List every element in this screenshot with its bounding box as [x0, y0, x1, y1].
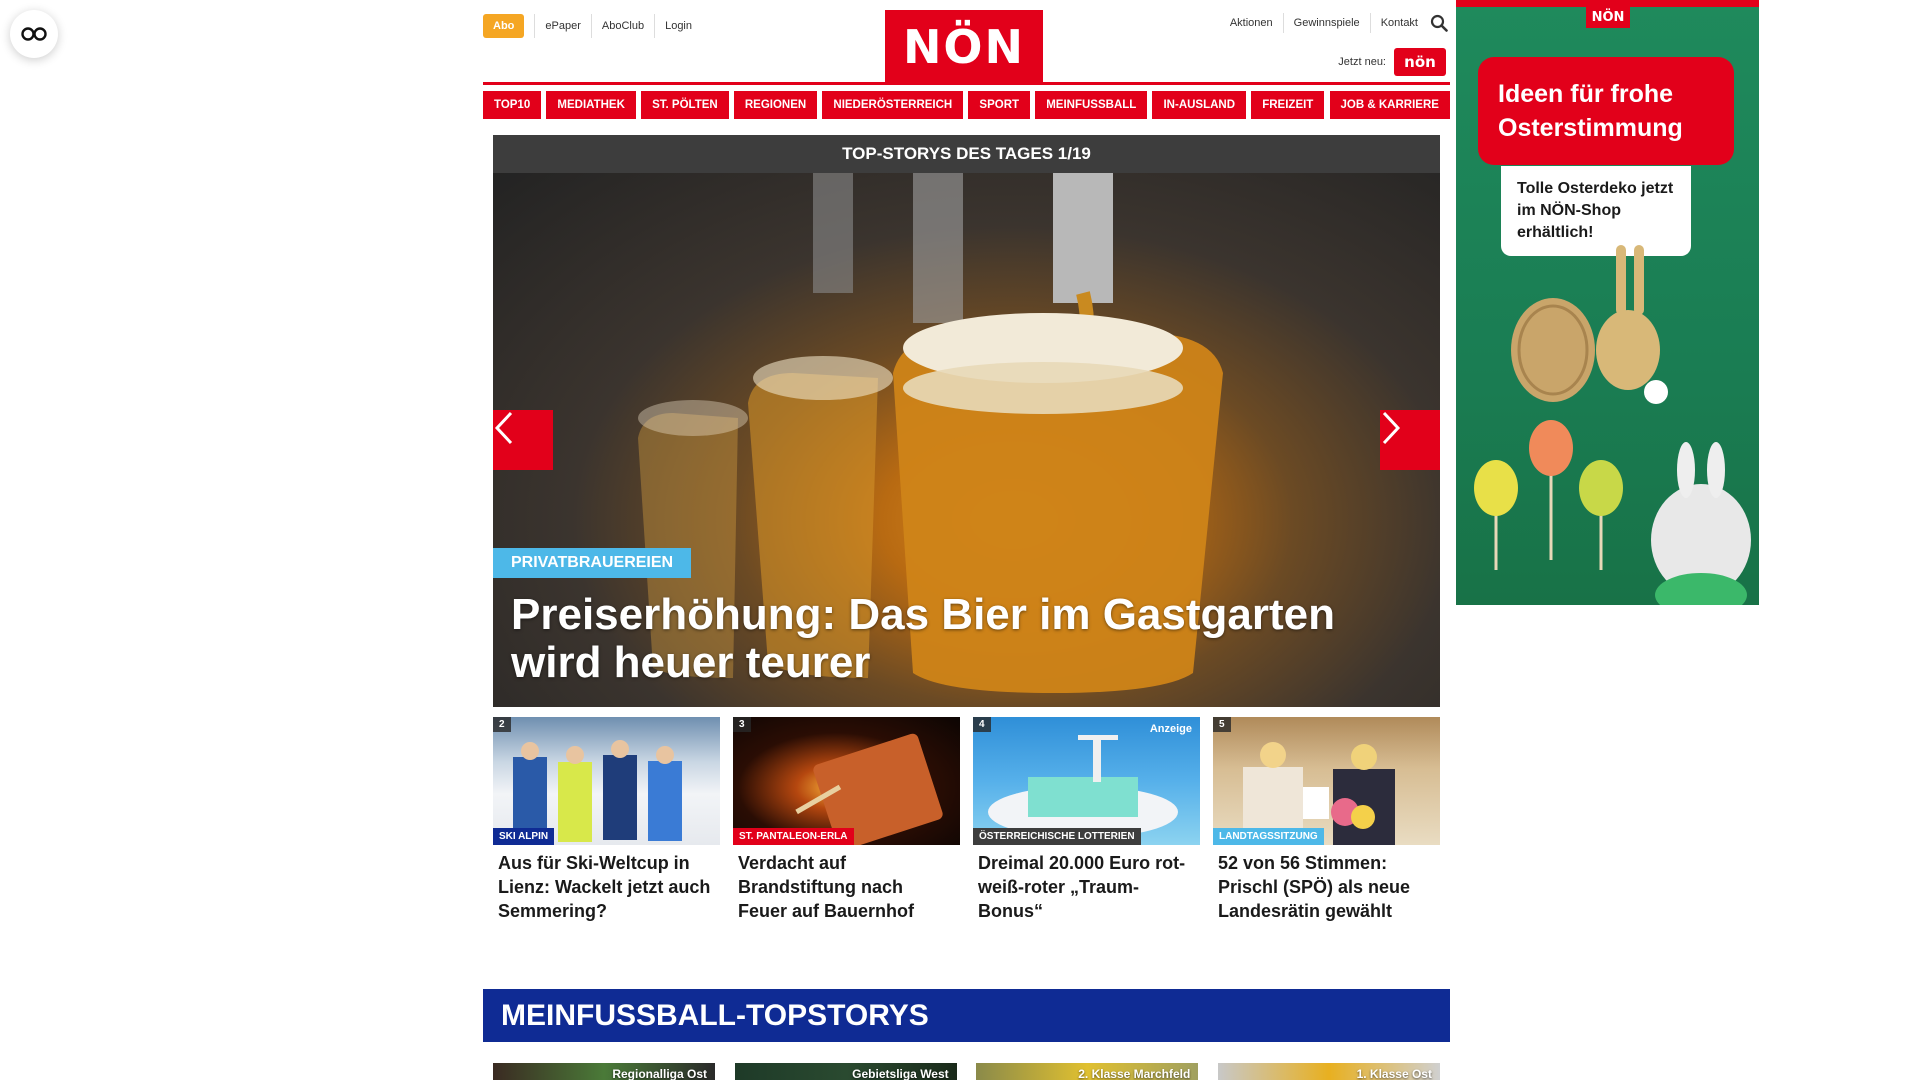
teaser-headline[interactable]: Verdacht auf Brandstiftung nach Feuer au…	[733, 845, 960, 923]
teaser-headline[interactable]: Dreimal 20.000 Euro rot-weiß-roter „Trau…	[973, 845, 1200, 923]
site-header: Abo ePaper AboClub Login NÖN Aktionen Ge…	[483, 0, 1450, 84]
section-title: MEINFUSSBALL-TOPSTORYS	[501, 999, 929, 1032]
league-label: Gebietsliga West	[852, 1067, 949, 1080]
story-teaser-5[interactable]: 5 LANDTAGSSITZUNG 52 von 56 Stimmen: Pri…	[1213, 717, 1440, 923]
slider-prev-button[interactable]	[493, 410, 553, 470]
main-nav: TOP10 MEDIATHEK ST. PÖLTEN REGIONEN NIED…	[483, 91, 1450, 119]
teaser-number: 5	[1213, 717, 1231, 732]
aktionen-link[interactable]: Aktionen	[1220, 13, 1284, 33]
easter-ad-banner[interactable]: NÖN Ideen für frohe Osterstimmung Tolle …	[1456, 0, 1759, 605]
login-link[interactable]: Login	[654, 14, 702, 38]
accessibility-toggle-button[interactable]	[10, 10, 58, 58]
nav-item-sport[interactable]: SPORT	[968, 91, 1031, 119]
teaser-image[interactable]: 2 SKI ALPIN	[493, 717, 720, 845]
story-teaser-2[interactable]: 2 SKI ALPIN Aus für Ski-Weltcup in Lienz…	[493, 717, 720, 923]
glasses-icon	[21, 27, 47, 41]
football-card[interactable]: 1. Klasse Ost	[1217, 1063, 1440, 1080]
league-label: 1. Klasse Ost	[1356, 1067, 1432, 1080]
meinfussball-section-header[interactable]: MEINFUSSBALL-TOPSTORYS	[483, 989, 1450, 1042]
teaser-headline[interactable]: Aus für Ski-Weltcup in Lienz: Wackelt je…	[493, 845, 720, 923]
football-card[interactable]: 2. Klasse Marchfeld	[976, 1063, 1199, 1080]
nav-item-regionen[interactable]: REGIONEN	[733, 91, 818, 119]
hero-category-tag[interactable]: PRIVATBRAUEREIEN	[493, 548, 692, 578]
ad-label: Anzeige	[1149, 723, 1192, 735]
nav-item-top10[interactable]: TOP10	[483, 91, 542, 119]
teaser-image[interactable]: 5 LANDTAGSSITZUNG	[1213, 717, 1440, 845]
teaser-image[interactable]: 4 Anzeige ÖSTERREICHISCHE LOTTERIEN	[973, 717, 1200, 845]
utility-nav-left: Abo ePaper AboClub Login	[483, 14, 702, 38]
easter-decoration-illustration	[1474, 245, 1751, 605]
nav-item-meinfussball[interactable]: MEINFUSSBALL	[1035, 91, 1148, 119]
teaser-category-tag[interactable]: ST. PANTALEON-ERLA	[733, 828, 854, 845]
jetzt-neu-label: Jetzt neu:	[1338, 56, 1386, 68]
search-icon[interactable]	[1428, 12, 1450, 34]
gewinnspiele-link[interactable]: Gewinnspiele	[1284, 13, 1371, 33]
league-label: Regionalliga Ost	[612, 1067, 707, 1080]
teaser-image[interactable]: 3 ST. PANTALEON-ERLA	[733, 717, 960, 845]
nav-item-niederoesterreich[interactable]: NIEDERÖSTERREICH	[822, 91, 964, 119]
slider-next-button[interactable]	[1380, 410, 1440, 470]
aboclub-link[interactable]: AboClub	[590, 14, 654, 38]
header-divider	[483, 82, 1450, 85]
story-teaser-3[interactable]: 3 ST. PANTALEON-ERLA Verdacht auf Brands…	[733, 717, 960, 923]
hero-headline[interactable]: Preiserhöhung: Das Bier im Gastgarten wi…	[511, 591, 1391, 687]
nav-item-mediathek[interactable]: MEDIATHEK	[546, 91, 636, 119]
teaser-category-tag[interactable]: ÖSTERREICHISCHE LOTTERIEN	[973, 828, 1141, 845]
hero-image[interactable]: PRIVATBRAUEREIEN Preiserhöhung: Das Bier…	[493, 173, 1440, 707]
teaser-number: 4	[973, 717, 991, 732]
logo-text: NÖN	[902, 20, 1026, 74]
chevron-left-icon	[494, 411, 513, 445]
teaser-category-tag[interactable]: LANDTAGSSITZUNG	[1213, 828, 1324, 845]
nav-item-in-ausland[interactable]: IN-AUSLAND	[1152, 91, 1247, 119]
jetzt-neu-promo[interactable]: Jetzt neu: nön	[1338, 48, 1446, 76]
kids-logo: nön	[1394, 48, 1446, 76]
football-card[interactable]: Regionalliga Ost	[493, 1063, 715, 1080]
teaser-headline[interactable]: 52 von 56 Stimmen: Prischl (SPÖ) als neu…	[1213, 845, 1440, 923]
page-main: Abo ePaper AboClub Login NÖN Aktionen Ge…	[483, 0, 1450, 1080]
teaser-category-tag[interactable]: SKI ALPIN	[493, 828, 555, 845]
teaser-number: 3	[733, 717, 751, 732]
football-card[interactable]: Gebietsliga West	[734, 1063, 957, 1080]
nav-item-freizeit[interactable]: FREIZEIT	[1251, 91, 1325, 119]
nav-item-job-karriere[interactable]: JOB & KARRIERE	[1329, 91, 1450, 119]
league-label: 2. Klasse Marchfeld	[1078, 1067, 1191, 1080]
site-logo[interactable]: NÖN	[885, 10, 1043, 84]
kontakt-link[interactable]: Kontakt	[1371, 13, 1428, 33]
story-teasers: 2 SKI ALPIN Aus für Ski-Weltcup in Lienz…	[493, 717, 1440, 923]
slider-header: TOP-STORYS DES TAGES 1/19	[493, 135, 1440, 173]
teaser-number: 2	[493, 717, 511, 732]
abo-button[interactable]: Abo	[483, 14, 525, 38]
story-teaser-4[interactable]: 4 Anzeige ÖSTERREICHISCHE LOTTERIEN Drei…	[973, 717, 1200, 923]
chevron-right-icon	[1382, 411, 1401, 445]
utility-nav-right: Aktionen Gewinnspiele Kontakt	[1220, 12, 1450, 34]
nav-item-st-poelten[interactable]: ST. PÖLTEN	[641, 91, 729, 119]
meinfussball-cards: Regionalliga Ost Gebietsliga West 2. Kla…	[493, 1063, 1440, 1080]
top-stories-slider: TOP-STORYS DES TAGES 1/19 PRIVATBRAUEREI…	[493, 135, 1440, 707]
epaper-link[interactable]: ePaper	[534, 14, 590, 38]
